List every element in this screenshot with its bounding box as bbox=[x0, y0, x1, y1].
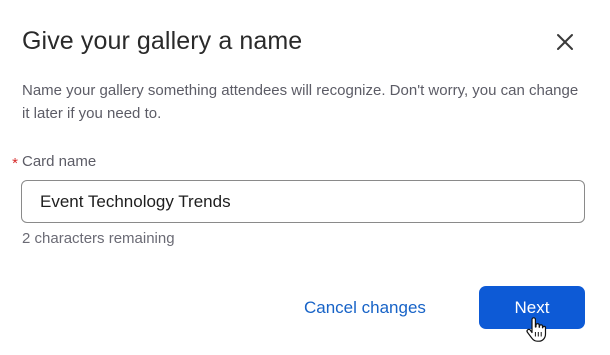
characters-remaining-text: 2 characters remaining bbox=[22, 230, 175, 247]
next-button[interactable]: Next bbox=[479, 286, 585, 329]
card-name-label: Card name bbox=[22, 153, 97, 170]
gallery-name-dialog: Give your gallery a name Name your galle… bbox=[0, 0, 610, 355]
close-icon bbox=[557, 34, 573, 50]
dialog-title: Give your gallery a name bbox=[22, 27, 303, 55]
card-name-label-row: * Card name bbox=[8, 153, 97, 172]
dialog-description: Name your gallery something attendees wi… bbox=[22, 82, 579, 122]
required-indicator: * bbox=[12, 155, 18, 172]
cancel-changes-button[interactable]: Cancel changes bbox=[296, 287, 434, 329]
card-name-input[interactable] bbox=[21, 180, 585, 223]
close-button[interactable] bbox=[551, 28, 579, 56]
